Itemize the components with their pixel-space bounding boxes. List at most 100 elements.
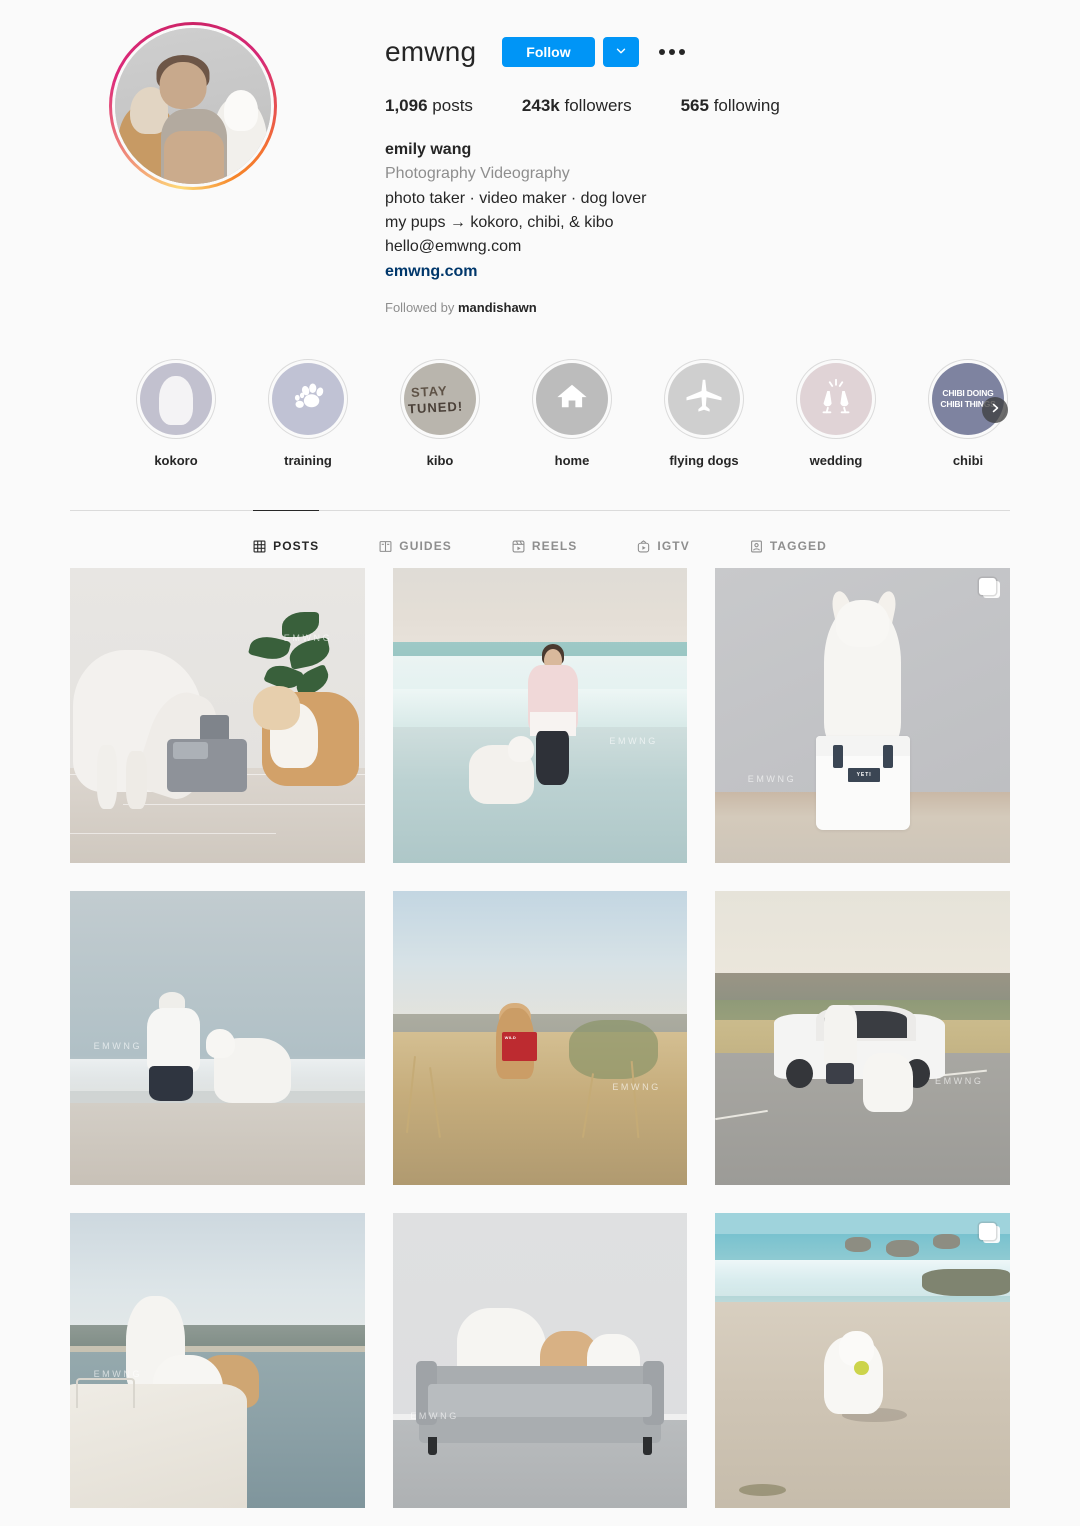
tab-reels[interactable]: REELS (512, 510, 578, 564)
tab-guides[interactable]: GUIDES (379, 510, 452, 564)
highlight-circle: STAY TUNED! (400, 358, 480, 439)
follow-dropdown-button[interactable] (602, 37, 639, 67)
avatar-person-legs (164, 130, 224, 184)
post-thumbnail-2[interactable]: EMWNG (392, 567, 688, 863)
tab-posts[interactable]: POSTS (253, 509, 320, 564)
avatar-person-head (159, 62, 207, 110)
highlight-home[interactable]: home (506, 358, 638, 468)
watermark: EMWNG (609, 735, 658, 746)
highlight-cover-kibo: STAY TUNED! (404, 362, 476, 435)
more-options-icon (678, 49, 685, 55)
avatar-column (0, 14, 385, 315)
category-label: Photography Videography (385, 165, 570, 183)
watermark: EMWNG (934, 1076, 984, 1087)
more-options-icon (658, 49, 665, 55)
bio: emily wang Photography Videography photo… (385, 138, 1040, 284)
highlight-kokoro[interactable]: kokoro (110, 358, 242, 468)
airplane-icon (684, 376, 724, 421)
more-options-button[interactable] (657, 45, 687, 59)
kokoro-dog-shape (158, 375, 194, 425)
website-link[interactable]: emwng.com (385, 260, 1040, 284)
highlight-cover-flying-dogs (668, 362, 740, 435)
kibo-text-line1: STAY (410, 383, 449, 401)
post-thumbnail-7[interactable]: EMWNG (70, 1213, 365, 1508)
watermark: EMWNG (283, 632, 333, 643)
avatar[interactable] (114, 28, 271, 184)
post-thumbnail-1[interactable]: EMWNG (70, 567, 365, 863)
posts-grid: EMWNG EMWNG YETI EMWNG EMWNG WILD EMWNG … (70, 567, 1010, 1508)
tab-tagged[interactable]: TAGGED (750, 510, 827, 564)
highlight-cover-home (536, 362, 608, 435)
instagram-profile-page: emwng Follow 1,096 posts 243k followers … (0, 0, 1080, 1526)
grid-icon (253, 540, 266, 553)
page-title: emwng (385, 36, 477, 67)
highlight-circle (268, 358, 348, 439)
cheers-glasses-icon (816, 376, 856, 421)
highlight-circle (136, 358, 216, 439)
highlight-wedding[interactable]: wedding (770, 358, 902, 468)
chevron-down-icon (614, 44, 628, 61)
avatar-white-dog-head-shape (223, 90, 259, 131)
paw-icon (289, 377, 327, 420)
watermark: EMWNG (93, 1040, 143, 1051)
tab-label: TAGGED (769, 539, 827, 554)
more-options-icon (668, 49, 675, 55)
bio-line: my pups → kokoro, chibi, & kibo (385, 213, 614, 231)
bio-line: hello@emwng.com (385, 238, 522, 256)
watermark: EMWNG (747, 774, 797, 785)
post-image-9 (715, 1213, 1010, 1508)
post-thumbnail-3[interactable]: YETI EMWNG (715, 567, 1010, 863)
post-image-5: WILD EMWNG (392, 890, 688, 1186)
highlights-next-button[interactable] (982, 396, 1008, 423)
post-thumbnail-9[interactable] (715, 1213, 1010, 1508)
highlight-training[interactable]: training (242, 358, 374, 468)
watermark: EMWNG (612, 1082, 661, 1093)
username-row: emwng Follow (385, 30, 1040, 74)
tab-label: GUIDES (399, 539, 452, 554)
highlight-chibi[interactable]: CHIBI DOING CHIBI THINGS chibi (902, 358, 1034, 468)
highlight-circle (664, 358, 744, 439)
profile-tabs: POSTS GUIDES REELS IGTV TAGGED (70, 509, 1010, 564)
followed-by-names[interactable]: mandishawn (458, 300, 537, 315)
stat-followers[interactable]: 243k followers (522, 96, 632, 116)
post-thumbnail-8[interactable]: EMWNG (392, 1213, 688, 1508)
highlight-label: training (284, 452, 332, 468)
followed-by: Followed by mandishawn (385, 300, 1040, 315)
story-ring[interactable] (108, 22, 277, 190)
watermark: EMWNG (93, 1369, 143, 1380)
tagged-icon (750, 540, 763, 553)
guides-icon (379, 540, 392, 553)
highlight-flying-dogs[interactable]: flying dogs (638, 358, 770, 468)
profile-info-column: emwng Follow 1,096 posts 243k followers … (385, 14, 1080, 315)
highlight-cover-kokoro (140, 362, 212, 435)
avatar-inner (111, 25, 274, 187)
highlight-circle (532, 358, 612, 439)
stats-row: 1,096 posts 243k followers 565 following (385, 96, 1040, 116)
highlight-label: kibo (426, 452, 454, 468)
highlight-label: home (554, 452, 590, 468)
highlight-label: wedding (809, 452, 863, 468)
profile-header: emwng Follow 1,096 posts 243k followers … (0, 0, 1080, 315)
post-thumbnail-6[interactable]: EMWNG (715, 890, 1010, 1186)
stat-following[interactable]: 565 following (681, 96, 780, 116)
post-image-1: EMWNG (70, 567, 365, 863)
reels-icon (512, 540, 525, 553)
follow-button[interactable]: Follow (502, 37, 595, 67)
full-name: emily wang (385, 141, 472, 158)
kibo-text-line2: TUNED! (407, 398, 464, 417)
post-thumbnail-5[interactable]: WILD EMWNG (392, 890, 688, 1186)
tab-igtv[interactable]: IGTV (637, 510, 689, 564)
post-image-3: YETI EMWNG (715, 567, 1010, 863)
story-highlights: kokoro training STAY TUNED! kibo home fl… (0, 358, 1080, 468)
watermark: EMWNG (410, 1410, 459, 1421)
post-image-8: EMWNG (392, 1213, 688, 1508)
cooler-brand-text: YETI (847, 768, 881, 782)
bio-line: photo taker · video maker · dog lover (385, 189, 647, 207)
chevron-right-icon (989, 401, 1001, 419)
tab-label: REELS (531, 539, 578, 554)
carousel-icon (978, 1223, 1000, 1245)
highlight-kibo[interactable]: STAY TUNED! kibo (374, 358, 506, 468)
post-image-4: EMWNG (70, 890, 365, 1186)
carousel-icon (978, 577, 1000, 600)
post-thumbnail-4[interactable]: EMWNG (70, 890, 365, 1186)
